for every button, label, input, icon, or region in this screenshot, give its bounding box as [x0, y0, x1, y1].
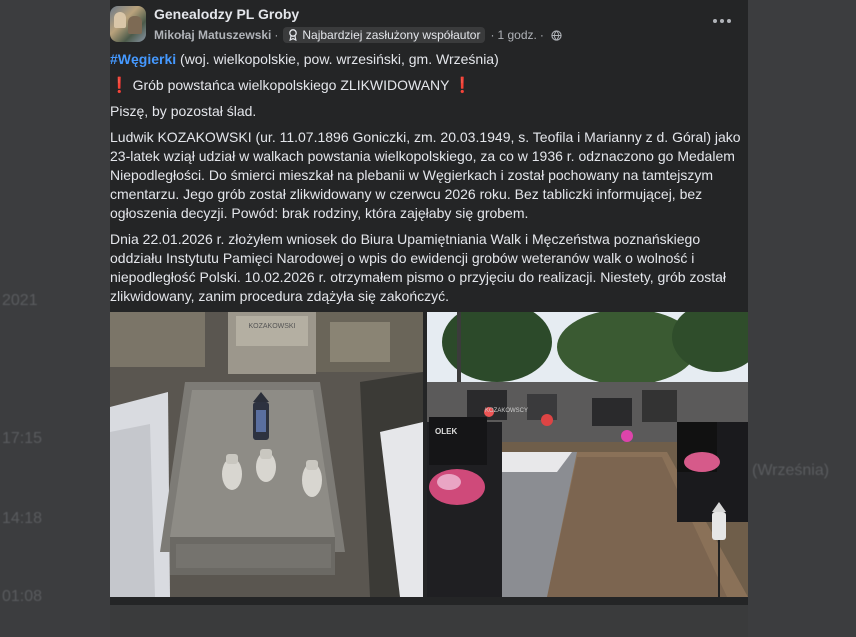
headstone-plaque: KOZAKOWSKI [248, 323, 295, 330]
headline-line: ❗ Grób powstańca wielkopolskiego ZLIKWID… [110, 76, 742, 95]
background-text: 01:08 [2, 588, 43, 605]
grave-photo-before[interactable]: KOZAKOWSKI [110, 312, 423, 597]
background-panel-left [0, 0, 110, 637]
contributor-badge[interactable]: Najbardziej zasłużony współautor [283, 27, 486, 43]
hashtag-link[interactable]: #Węgierki [110, 51, 176, 67]
meta-separator: · [274, 28, 279, 42]
grave-photo-after-image: OLEK KOZAKOWSCY [427, 312, 748, 597]
author-link[interactable]: Mikołaj Matuszewski [154, 28, 271, 42]
background-text: (Września) [752, 462, 830, 479]
post-meta: Mikołaj Matuszewski · Najbardziej zasłuż… [154, 27, 562, 43]
exclamation-icon: ❗ [453, 77, 472, 94]
contributor-badge-icon [289, 29, 298, 41]
grave-plaque: OLEK [435, 427, 457, 436]
globe-icon[interactable] [551, 29, 562, 41]
group-name-link[interactable]: Genealodzy PL Groby [154, 6, 299, 22]
post-header: Genealodzy PL Groby Mikołaj Matuszewski … [110, 4, 748, 44]
meta-separator: · [539, 28, 544, 42]
headline-text: Grób powstańca wielkopolskiego ZLIKWIDOW… [132, 77, 450, 93]
intro-paragraph: Piszę, by pozostał ślad. [110, 103, 257, 119]
post-card: Genealodzy PL Groby Mikołaj Matuszewski … [110, 0, 748, 605]
background-text: 2021 [2, 292, 38, 309]
exclamation-icon: ❗ [110, 77, 129, 94]
contributor-badge-label: Najbardziej zasłużony współautor [302, 28, 481, 42]
grave-photo-before-image: KOZAKOWSKI [110, 312, 423, 597]
photo-grid: KOZAKOWSKI OLEK KOZAKOWSCY [110, 312, 748, 597]
bio-paragraph: Ludwik KOZAKOWSKI (ur. 11.07.1896 Gonicz… [110, 129, 741, 221]
grave-plaque: KOZAKOWSCY [485, 408, 528, 414]
background-panel-right [748, 0, 856, 637]
post-timestamp[interactable]: 1 godz. [497, 28, 536, 42]
grave-photo-after[interactable]: OLEK KOZAKOWSCY [427, 312, 748, 597]
group-avatar[interactable] [110, 6, 146, 42]
more-options-icon[interactable] [710, 12, 734, 30]
meta-separator: · [490, 28, 495, 42]
background-text: 17:15 [2, 430, 43, 447]
location-text: (woj. wielkopolskie, pow. wrzesiński, gm… [176, 51, 499, 67]
request-paragraph: Dnia 22.01.2026 r. złożyłem wniosek do B… [110, 231, 727, 304]
location-line: #Węgierki (woj. wielkopolskie, pow. wrze… [110, 50, 742, 69]
background-text: 14:18 [2, 510, 43, 527]
post-body: #Węgierki (woj. wielkopolskie, pow. wrze… [110, 50, 742, 313]
lantern-icon [253, 392, 269, 440]
